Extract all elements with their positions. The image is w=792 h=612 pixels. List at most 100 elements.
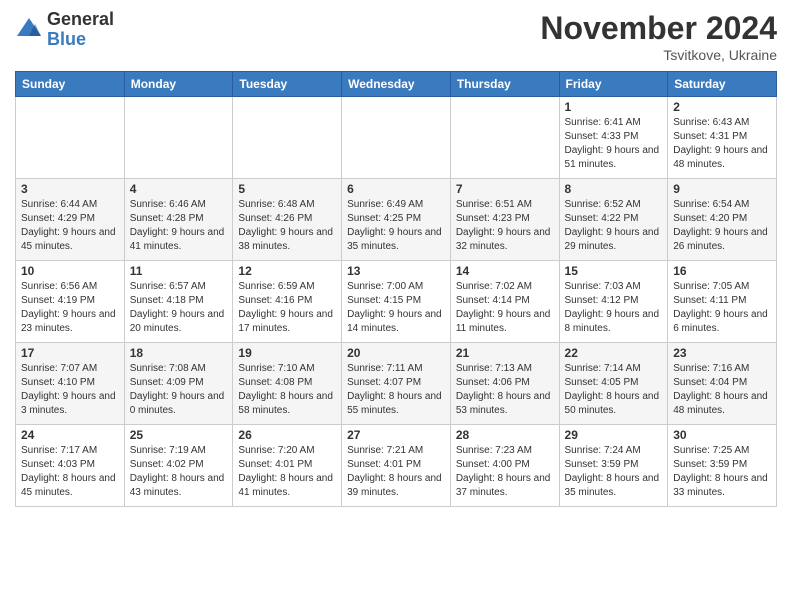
sunset-text: Sunset: 4:01 PM	[347, 459, 421, 470]
daylight-text: Daylight: 9 hours and 0 minutes.	[130, 391, 225, 416]
table-cell: 29 Sunrise: 7:24 AM Sunset: 3:59 PM Dayl…	[559, 425, 668, 507]
header-sunday: Sunday	[16, 72, 125, 97]
day-number: 19	[238, 346, 336, 360]
sunrise-text: Sunrise: 7:05 AM	[673, 281, 749, 292]
logo-general-label: General	[47, 10, 114, 30]
header-saturday: Saturday	[668, 72, 777, 97]
sunrise-text: Sunrise: 7:08 AM	[130, 363, 206, 374]
daylight-text: Daylight: 9 hours and 3 minutes.	[21, 391, 116, 416]
sunset-text: Sunset: 4:20 PM	[673, 213, 747, 224]
day-number: 20	[347, 346, 445, 360]
day-number: 29	[565, 428, 663, 442]
header-friday: Friday	[559, 72, 668, 97]
table-cell: 2 Sunrise: 6:43 AM Sunset: 4:31 PM Dayli…	[668, 97, 777, 179]
daylight-text: Daylight: 9 hours and 45 minutes.	[21, 227, 116, 252]
day-info: Sunrise: 6:59 AM Sunset: 4:16 PM Dayligh…	[238, 280, 336, 336]
day-info: Sunrise: 7:14 AM Sunset: 4:05 PM Dayligh…	[565, 362, 663, 418]
daylight-text: Daylight: 9 hours and 26 minutes.	[673, 227, 768, 252]
day-info: Sunrise: 7:05 AM Sunset: 4:11 PM Dayligh…	[673, 280, 771, 336]
sunrise-text: Sunrise: 6:51 AM	[456, 199, 532, 210]
sunset-text: Sunset: 4:04 PM	[673, 377, 747, 388]
table-cell: 23 Sunrise: 7:16 AM Sunset: 4:04 PM Dayl…	[668, 343, 777, 425]
table-cell	[233, 97, 342, 179]
day-number: 27	[347, 428, 445, 442]
sunset-text: Sunset: 4:31 PM	[673, 131, 747, 142]
daylight-text: Daylight: 8 hours and 41 minutes.	[238, 473, 333, 498]
sunrise-text: Sunrise: 7:21 AM	[347, 445, 423, 456]
sunrise-text: Sunrise: 7:13 AM	[456, 363, 532, 374]
day-number: 6	[347, 182, 445, 196]
sunset-text: Sunset: 4:33 PM	[565, 131, 639, 142]
day-number: 25	[130, 428, 228, 442]
sunset-text: Sunset: 4:16 PM	[238, 295, 312, 306]
sunrise-text: Sunrise: 6:59 AM	[238, 281, 314, 292]
day-info: Sunrise: 7:03 AM Sunset: 4:12 PM Dayligh…	[565, 280, 663, 336]
sunrise-text: Sunrise: 6:46 AM	[130, 199, 206, 210]
sunrise-text: Sunrise: 6:54 AM	[673, 199, 749, 210]
day-number: 21	[456, 346, 554, 360]
day-info: Sunrise: 7:25 AM Sunset: 3:59 PM Dayligh…	[673, 444, 771, 500]
sunset-text: Sunset: 4:01 PM	[238, 459, 312, 470]
sunset-text: Sunset: 4:28 PM	[130, 213, 204, 224]
day-info: Sunrise: 7:00 AM Sunset: 4:15 PM Dayligh…	[347, 280, 445, 336]
calendar: Sunday Monday Tuesday Wednesday Thursday…	[15, 71, 777, 507]
sunset-text: Sunset: 4:29 PM	[21, 213, 95, 224]
sunrise-text: Sunrise: 7:14 AM	[565, 363, 641, 374]
sunrise-text: Sunrise: 7:07 AM	[21, 363, 97, 374]
header: General Blue November 2024 Tsvitkove, Uk…	[15, 10, 777, 63]
table-cell: 6 Sunrise: 6:49 AM Sunset: 4:25 PM Dayli…	[342, 179, 451, 261]
sunrise-text: Sunrise: 6:52 AM	[565, 199, 641, 210]
table-cell: 18 Sunrise: 7:08 AM Sunset: 4:09 PM Dayl…	[124, 343, 233, 425]
day-info: Sunrise: 6:48 AM Sunset: 4:26 PM Dayligh…	[238, 198, 336, 254]
day-info: Sunrise: 6:54 AM Sunset: 4:20 PM Dayligh…	[673, 198, 771, 254]
table-cell: 5 Sunrise: 6:48 AM Sunset: 4:26 PM Dayli…	[233, 179, 342, 261]
daylight-text: Daylight: 9 hours and 17 minutes.	[238, 309, 333, 334]
day-number: 5	[238, 182, 336, 196]
sunset-text: Sunset: 4:08 PM	[238, 377, 312, 388]
table-cell: 10 Sunrise: 6:56 AM Sunset: 4:19 PM Dayl…	[16, 261, 125, 343]
day-info: Sunrise: 7:08 AM Sunset: 4:09 PM Dayligh…	[130, 362, 228, 418]
page: General Blue November 2024 Tsvitkove, Uk…	[0, 0, 792, 612]
daylight-text: Daylight: 9 hours and 23 minutes.	[21, 309, 116, 334]
table-cell: 17 Sunrise: 7:07 AM Sunset: 4:10 PM Dayl…	[16, 343, 125, 425]
sunrise-text: Sunrise: 7:00 AM	[347, 281, 423, 292]
daylight-text: Daylight: 9 hours and 6 minutes.	[673, 309, 768, 334]
day-number: 1	[565, 100, 663, 114]
sunrise-text: Sunrise: 6:48 AM	[238, 199, 314, 210]
day-number: 23	[673, 346, 771, 360]
daylight-text: Daylight: 9 hours and 41 minutes.	[130, 227, 225, 252]
sunset-text: Sunset: 3:59 PM	[565, 459, 639, 470]
daylight-text: Daylight: 9 hours and 14 minutes.	[347, 309, 442, 334]
table-cell	[124, 97, 233, 179]
daylight-text: Daylight: 8 hours and 43 minutes.	[130, 473, 225, 498]
table-cell: 1 Sunrise: 6:41 AM Sunset: 4:33 PM Dayli…	[559, 97, 668, 179]
sunset-text: Sunset: 4:00 PM	[456, 459, 530, 470]
day-number: 13	[347, 264, 445, 278]
daylight-text: Daylight: 8 hours and 53 minutes.	[456, 391, 551, 416]
day-info: Sunrise: 6:41 AM Sunset: 4:33 PM Dayligh…	[565, 116, 663, 172]
table-cell	[342, 97, 451, 179]
day-number: 30	[673, 428, 771, 442]
day-info: Sunrise: 7:21 AM Sunset: 4:01 PM Dayligh…	[347, 444, 445, 500]
daylight-text: Daylight: 8 hours and 55 minutes.	[347, 391, 442, 416]
table-cell: 25 Sunrise: 7:19 AM Sunset: 4:02 PM Dayl…	[124, 425, 233, 507]
daylight-text: Daylight: 9 hours and 51 minutes.	[565, 145, 660, 170]
sunrise-text: Sunrise: 6:56 AM	[21, 281, 97, 292]
weekday-header-row: Sunday Monday Tuesday Wednesday Thursday…	[16, 72, 777, 97]
day-number: 22	[565, 346, 663, 360]
sunset-text: Sunset: 4:05 PM	[565, 377, 639, 388]
table-cell: 12 Sunrise: 6:59 AM Sunset: 4:16 PM Dayl…	[233, 261, 342, 343]
daylight-text: Daylight: 9 hours and 20 minutes.	[130, 309, 225, 334]
table-cell: 27 Sunrise: 7:21 AM Sunset: 4:01 PM Dayl…	[342, 425, 451, 507]
sunrise-text: Sunrise: 7:11 AM	[347, 363, 422, 374]
daylight-text: Daylight: 8 hours and 39 minutes.	[347, 473, 442, 498]
table-cell: 28 Sunrise: 7:23 AM Sunset: 4:00 PM Dayl…	[450, 425, 559, 507]
day-number: 16	[673, 264, 771, 278]
logo-text: General Blue	[47, 10, 114, 50]
sunset-text: Sunset: 4:11 PM	[673, 295, 746, 306]
sunrise-text: Sunrise: 7:20 AM	[238, 445, 314, 456]
sunrise-text: Sunrise: 7:19 AM	[130, 445, 206, 456]
table-cell: 20 Sunrise: 7:11 AM Sunset: 4:07 PM Dayl…	[342, 343, 451, 425]
day-info: Sunrise: 7:02 AM Sunset: 4:14 PM Dayligh…	[456, 280, 554, 336]
sunrise-text: Sunrise: 7:23 AM	[456, 445, 532, 456]
